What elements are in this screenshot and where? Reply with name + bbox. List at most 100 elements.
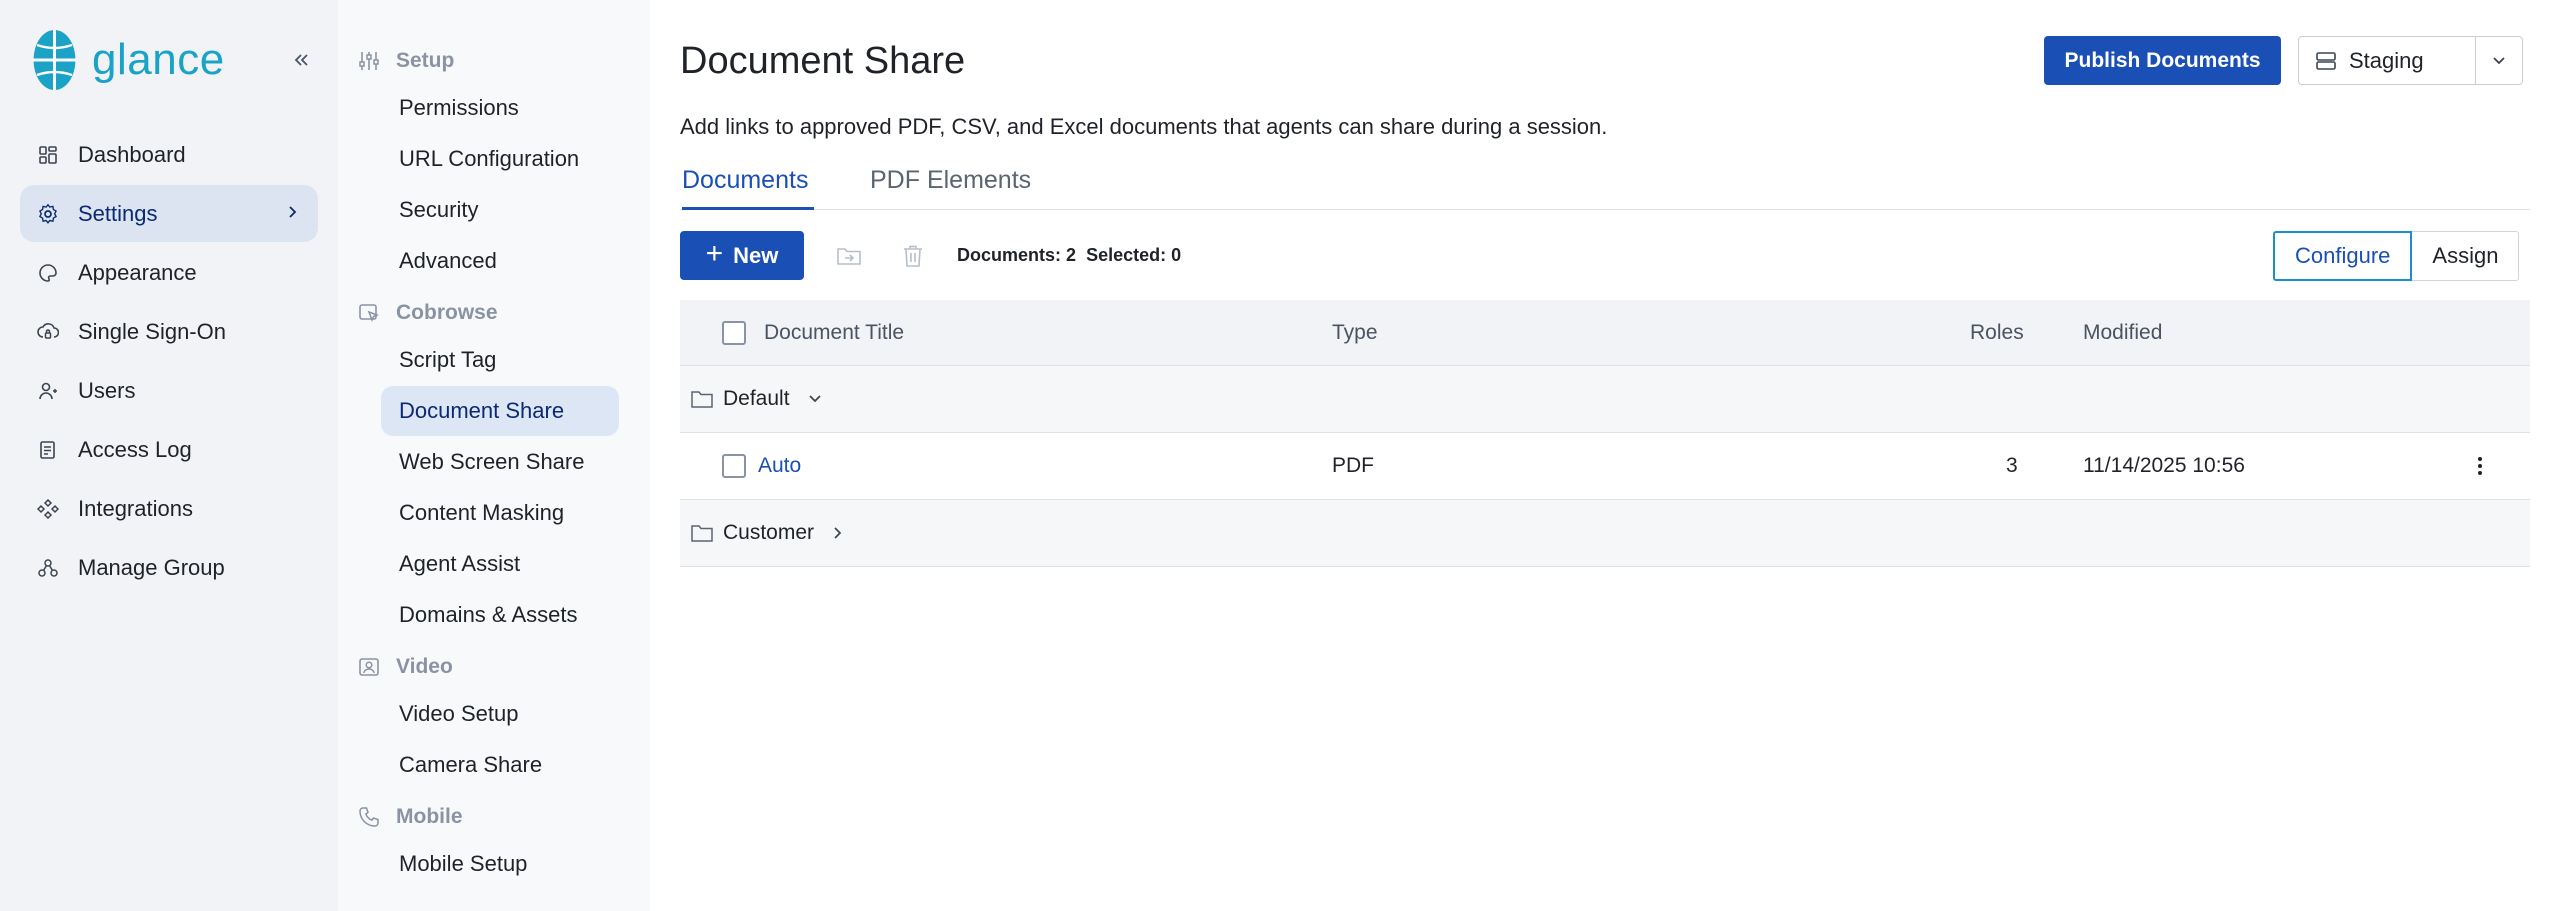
tab-documents[interactable]: Documents bbox=[682, 166, 814, 210]
user-icon bbox=[37, 380, 59, 402]
publish-documents-button[interactable]: Publish Documents bbox=[2044, 36, 2281, 85]
document-roles: 3 bbox=[2006, 454, 2018, 477]
new-document-button[interactable]: + New bbox=[680, 231, 804, 280]
nav-item-sso[interactable]: Single Sign-On bbox=[20, 303, 318, 360]
column-header-modified[interactable]: Modified bbox=[2083, 300, 2162, 365]
dashboard-icon bbox=[37, 144, 59, 166]
document-counts: Documents: 2 Selected: 0 bbox=[957, 245, 1181, 266]
document-title-link[interactable]: Auto bbox=[758, 433, 801, 499]
subnav-item-video-setup[interactable]: Video Setup bbox=[381, 689, 619, 739]
assign-button[interactable]: Assign bbox=[2412, 231, 2520, 281]
documents-count-value: 2 bbox=[1066, 245, 1077, 265]
view-toggle: Configure Assign bbox=[2273, 231, 2520, 281]
nav-item-label: Users bbox=[78, 377, 136, 403]
glance-logo-icon bbox=[33, 30, 76, 90]
row-checkbox-cell bbox=[722, 433, 746, 499]
subnav-item-security[interactable]: Security bbox=[381, 185, 619, 235]
trash-icon[interactable] bbox=[899, 242, 927, 270]
nav-item-manage-group[interactable]: Manage Group bbox=[20, 539, 318, 596]
nav-item-settings[interactable]: Settings bbox=[20, 185, 318, 242]
selected-count-value: 0 bbox=[1171, 245, 1182, 265]
subnav-item-label: Domains & Assets bbox=[399, 602, 578, 627]
configure-button[interactable]: Configure bbox=[2273, 231, 2413, 281]
nav-item-dashboard[interactable]: Dashboard bbox=[20, 126, 318, 183]
subnav-item-camera-share[interactable]: Camera Share bbox=[381, 740, 619, 790]
more-options-icon[interactable] bbox=[2470, 433, 2490, 499]
main-sidebar: glance Dashboard Settings Appearance Sin… bbox=[0, 0, 338, 911]
group-icon bbox=[37, 557, 59, 579]
subnav-item-script-tag[interactable]: Script Tag bbox=[381, 335, 619, 385]
chevron-down-icon[interactable] bbox=[806, 366, 824, 432]
subnav-item-label: Web Screen Share bbox=[399, 449, 585, 474]
glance-logo[interactable]: glance bbox=[33, 29, 225, 91]
nav-item-label: Appearance bbox=[78, 259, 197, 285]
environment-select[interactable]: Staging bbox=[2298, 36, 2523, 85]
main-nav-list: Dashboard Settings Appearance Single Sig… bbox=[20, 126, 318, 598]
double-chevron-left-icon bbox=[294, 54, 308, 66]
subnav-item-label: Mobile Setup bbox=[399, 851, 528, 876]
subnav-item-advanced[interactable]: Advanced bbox=[381, 236, 619, 286]
integrations-icon bbox=[37, 498, 59, 520]
subnav-item-label: Camera Share bbox=[399, 752, 543, 777]
subnav-item-agent-assist[interactable]: Agent Assist bbox=[381, 539, 619, 589]
nav-item-label: Single Sign-On bbox=[78, 318, 226, 344]
plus-icon: + bbox=[705, 237, 724, 270]
documents-table: Document Title Type Roles Modified Defau… bbox=[680, 300, 2530, 567]
tab-pdf-elements[interactable]: PDF Elements bbox=[870, 166, 1040, 210]
environment-value: Staging bbox=[2349, 47, 2424, 73]
nav-item-label: Settings bbox=[78, 200, 158, 226]
subnav-item-mobile-setup[interactable]: Mobile Setup bbox=[381, 839, 619, 889]
column-header-roles[interactable]: Roles bbox=[1970, 300, 2024, 365]
folder-row-customer[interactable]: Customer bbox=[680, 500, 2530, 567]
row-checkbox[interactable] bbox=[722, 454, 746, 478]
table-row[interactable]: Auto PDF 3 11/14/2025 10:56 bbox=[680, 433, 2530, 500]
column-header-type[interactable]: Type bbox=[1332, 300, 1378, 365]
documents-count-label: Documents: bbox=[957, 245, 1062, 265]
video-user-icon bbox=[358, 655, 382, 679]
sso-icon bbox=[37, 321, 59, 343]
folder-name: Default bbox=[723, 387, 790, 410]
nav-item-integrations[interactable]: Integrations bbox=[20, 480, 318, 537]
subnav-item-content-masking[interactable]: Content Masking bbox=[381, 488, 619, 538]
section-setup: Setup bbox=[358, 45, 454, 77]
settings-subnav: Setup Permissions URL Configuration Secu… bbox=[338, 0, 650, 911]
section-title: Mobile bbox=[396, 805, 463, 828]
subnav-item-document-share[interactable]: Document Share bbox=[381, 386, 619, 436]
nav-item-label: Integrations bbox=[78, 495, 193, 521]
select-all-checkbox[interactable] bbox=[722, 320, 746, 345]
nav-item-appearance[interactable]: Appearance bbox=[20, 244, 318, 301]
page-title: Document Share bbox=[680, 40, 966, 82]
subnav-item-label: Permissions bbox=[399, 95, 519, 120]
move-to-folder-icon[interactable] bbox=[835, 242, 863, 270]
nav-item-users[interactable]: Users bbox=[20, 362, 318, 419]
nav-item-label: Manage Group bbox=[78, 554, 225, 580]
nav-item-access-log[interactable]: Access Log bbox=[20, 421, 318, 478]
page-description: Add links to approved PDF, CSV, and Exce… bbox=[680, 114, 1608, 139]
new-button-label: New bbox=[733, 242, 779, 268]
folder-name: Customer bbox=[723, 521, 815, 544]
logo-text: glance bbox=[92, 35, 225, 84]
subnav-item-label: Security bbox=[399, 197, 479, 222]
chevron-right-icon[interactable] bbox=[830, 500, 844, 566]
sliders-icon bbox=[358, 49, 382, 73]
document-tabs: Documents PDF Elements bbox=[680, 166, 2530, 210]
section-cobrowse: Cobrowse bbox=[358, 297, 498, 329]
subnav-item-label: Content Masking bbox=[399, 500, 565, 525]
subnav-item-permissions[interactable]: Permissions bbox=[381, 83, 619, 133]
table-header: Document Title Type Roles Modified bbox=[680, 300, 2530, 366]
document-modified: 11/14/2025 10:56 bbox=[2083, 454, 2245, 477]
subnav-item-url-configuration[interactable]: URL Configuration bbox=[381, 134, 619, 184]
subnav-item-label: Advanced bbox=[399, 248, 497, 273]
log-icon bbox=[37, 439, 59, 461]
selected-count-label: Selected: bbox=[1086, 245, 1167, 265]
folder-icon bbox=[690, 366, 714, 432]
subnav-item-label: URL Configuration bbox=[399, 146, 580, 171]
collapse-sidebar-button[interactable] bbox=[287, 46, 315, 74]
folder-row-default[interactable]: Default bbox=[680, 366, 2530, 433]
column-header-title[interactable]: Document Title bbox=[764, 300, 904, 365]
subnav-item-label: Script Tag bbox=[399, 347, 497, 372]
section-mobile: Mobile bbox=[358, 801, 463, 833]
subnav-item-web-screen-share[interactable]: Web Screen Share bbox=[381, 437, 619, 487]
subnav-item-domains-assets[interactable]: Domains & Assets bbox=[381, 590, 619, 640]
chevron-down-icon[interactable] bbox=[2489, 51, 2509, 71]
